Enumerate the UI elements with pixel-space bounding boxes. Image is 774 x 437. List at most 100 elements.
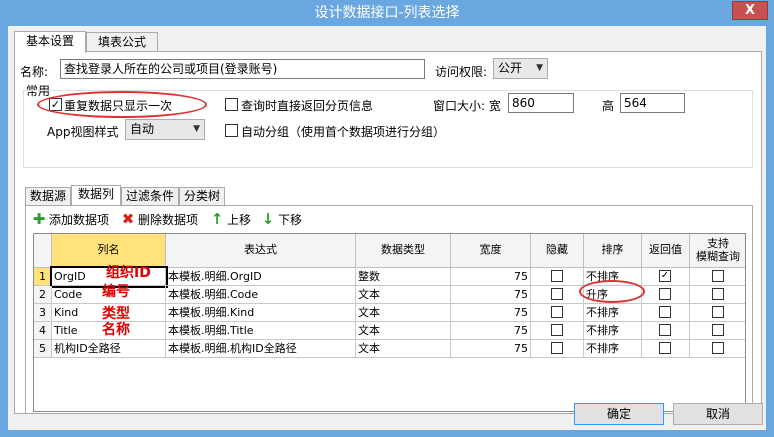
grid-checkbox[interactable] xyxy=(659,324,671,336)
grid-corner xyxy=(34,234,52,268)
dialog-client: 基本设置 填表公式 名称: 查找登录人所在的公司或项目(登录账号) 访问权限: … xyxy=(8,26,766,430)
grid-checkbox[interactable] xyxy=(551,324,563,336)
row-number[interactable]: 2 xyxy=(34,286,52,304)
arrow-up-icon: ↑ xyxy=(210,210,224,228)
cell-width[interactable]: 75 xyxy=(451,268,531,286)
cell-data-type[interactable]: 文本 xyxy=(356,286,451,304)
access-label: 访问权限: xyxy=(435,65,488,79)
cell-expression[interactable]: 本模板.明细.OrgID xyxy=(166,268,356,286)
columns-grid[interactable]: 列名 表达式 数据类型 宽度 隐藏 排序 返回值 支持 模糊查询 1 OrgID 本… xyxy=(33,233,746,412)
highlight-ellipse xyxy=(37,91,207,118)
cell-width[interactable]: 75 xyxy=(451,340,531,358)
height-field[interactable]: 564 xyxy=(620,93,685,113)
grid-checkbox[interactable] xyxy=(659,306,671,318)
header-fuzzy-line2: 模糊查询 xyxy=(696,250,740,263)
cell-width[interactable]: 75 xyxy=(451,322,531,340)
cell-sort[interactable]: 不排序 xyxy=(584,322,642,340)
grid-checkbox[interactable] xyxy=(712,324,724,336)
cell-return-value[interactable] xyxy=(642,322,690,340)
move-up-button[interactable]: ↑ 上移 xyxy=(210,210,251,228)
cell-column-name[interactable]: 机构ID全路径 xyxy=(52,340,166,358)
cell-width[interactable]: 75 xyxy=(451,304,531,322)
cell-fuzzy-query[interactable] xyxy=(690,286,745,304)
cell-data-type[interactable]: 文本 xyxy=(356,340,451,358)
cell-sort[interactable]: 不排序 xyxy=(584,340,642,358)
width-field[interactable]: 860 xyxy=(508,93,574,113)
tab-filter-conditions[interactable]: 过滤条件 xyxy=(121,187,179,205)
header-data-type[interactable]: 数据类型 xyxy=(356,234,451,268)
access-select[interactable]: 公开 ▼ xyxy=(493,58,548,79)
tab-category-tree[interactable]: 分类树 xyxy=(179,187,225,205)
plus-icon: ✚ xyxy=(32,210,46,228)
cell-expression[interactable]: 本模板.明细.Title xyxy=(166,322,356,340)
auto-group-checkbox[interactable] xyxy=(225,124,238,137)
basic-settings-panel: 名称: 查找登录人所在的公司或项目(登录账号) 访问权限: 公开 ▼ 常用 ✓ … xyxy=(14,51,762,414)
cell-fuzzy-query[interactable] xyxy=(690,322,745,340)
row-number[interactable]: 1 xyxy=(34,268,52,286)
header-sort[interactable]: 排序 xyxy=(584,234,642,268)
header-fuzzy-query[interactable]: 支持 模糊查询 xyxy=(690,234,745,268)
grid-checkbox[interactable] xyxy=(659,342,671,354)
move-down-label: 下移 xyxy=(278,213,303,227)
cell-hidden[interactable] xyxy=(531,286,584,304)
cell-hidden[interactable] xyxy=(531,322,584,340)
add-item-button[interactable]: ✚ 添加数据项 xyxy=(32,210,109,228)
grid-checkbox[interactable] xyxy=(551,342,563,354)
grid-checkbox[interactable]: ✓ xyxy=(659,270,671,282)
title-bar[interactable]: 设计数据接口-列表选择 X xyxy=(0,0,774,26)
cell-return-value[interactable] xyxy=(642,286,690,304)
annotation-org-id: 组织ID xyxy=(106,265,151,281)
data-columns-panel: ✚ 添加数据项 ✖ 删除数据项 ↑ 上移 ↓ 下移 列名 表达式 数据类型 宽度… xyxy=(25,205,753,414)
chevron-down-icon: ▼ xyxy=(536,63,543,73)
cell-hidden[interactable] xyxy=(531,304,584,322)
header-fuzzy-line1: 支持 xyxy=(707,237,729,250)
close-button[interactable]: X xyxy=(732,1,768,20)
cell-expression[interactable]: 本模板.明细.Kind xyxy=(166,304,356,322)
chevron-down-icon: ▼ xyxy=(193,124,200,134)
move-down-button[interactable]: ↓ 下移 xyxy=(261,210,302,228)
cell-fuzzy-query[interactable] xyxy=(690,304,745,322)
header-hidden[interactable]: 隐藏 xyxy=(531,234,584,268)
cell-data-type[interactable]: 文本 xyxy=(356,322,451,340)
grid-checkbox[interactable] xyxy=(712,342,724,354)
grid-checkbox[interactable] xyxy=(551,306,563,318)
tab-fill-formula[interactable]: 填表公式 xyxy=(86,32,158,52)
row-number[interactable]: 4 xyxy=(34,322,52,340)
header-width[interactable]: 宽度 xyxy=(451,234,531,268)
cell-return-value[interactable] xyxy=(642,340,690,358)
window-size-label: 窗口大小: 宽 xyxy=(433,99,501,113)
delete-item-button[interactable]: ✖ 删除数据项 xyxy=(121,210,198,228)
cell-fuzzy-query[interactable] xyxy=(690,268,745,286)
cell-fuzzy-query[interactable] xyxy=(690,340,745,358)
row-number[interactable]: 5 xyxy=(34,340,52,358)
tab-data-source[interactable]: 数据源 xyxy=(25,187,71,205)
header-expression[interactable]: 表达式 xyxy=(166,234,356,268)
cell-expression[interactable]: 本模板.明细.Code xyxy=(166,286,356,304)
direct-page-checkbox[interactable] xyxy=(225,98,238,111)
grid-checkbox[interactable] xyxy=(712,306,724,318)
cell-data-type[interactable]: 文本 xyxy=(356,304,451,322)
ok-button[interactable]: 确定 xyxy=(574,403,664,425)
cancel-button[interactable]: 取消 xyxy=(673,403,763,425)
grid-checkbox[interactable] xyxy=(712,288,724,300)
cell-hidden[interactable] xyxy=(531,268,584,286)
row-number[interactable]: 3 xyxy=(34,304,52,322)
grid-checkbox[interactable] xyxy=(659,288,671,300)
grid-checkbox[interactable] xyxy=(551,270,563,282)
app-view-select[interactable]: 自动 ▼ xyxy=(125,119,205,140)
name-field[interactable]: 查找登录人所在的公司或项目(登录账号) xyxy=(60,59,425,79)
cell-sort[interactable]: 不排序 xyxy=(584,304,642,322)
cell-width[interactable]: 75 xyxy=(451,286,531,304)
check-icon: ✓ xyxy=(660,270,670,281)
header-return-value[interactable]: 返回值 xyxy=(642,234,690,268)
cell-expression[interactable]: 本模板.明细.机构ID全路径 xyxy=(166,340,356,358)
cell-data-type[interactable]: 整数 xyxy=(356,268,451,286)
cell-return-value[interactable] xyxy=(642,304,690,322)
cell-return-value[interactable]: ✓ xyxy=(642,268,690,286)
grid-checkbox[interactable] xyxy=(551,288,563,300)
name-label: 名称: xyxy=(20,65,49,79)
tab-data-columns[interactable]: 数据列 xyxy=(71,185,121,205)
grid-checkbox[interactable] xyxy=(712,270,724,282)
cell-hidden[interactable] xyxy=(531,340,584,358)
tab-basic-settings[interactable]: 基本设置 xyxy=(14,31,86,53)
